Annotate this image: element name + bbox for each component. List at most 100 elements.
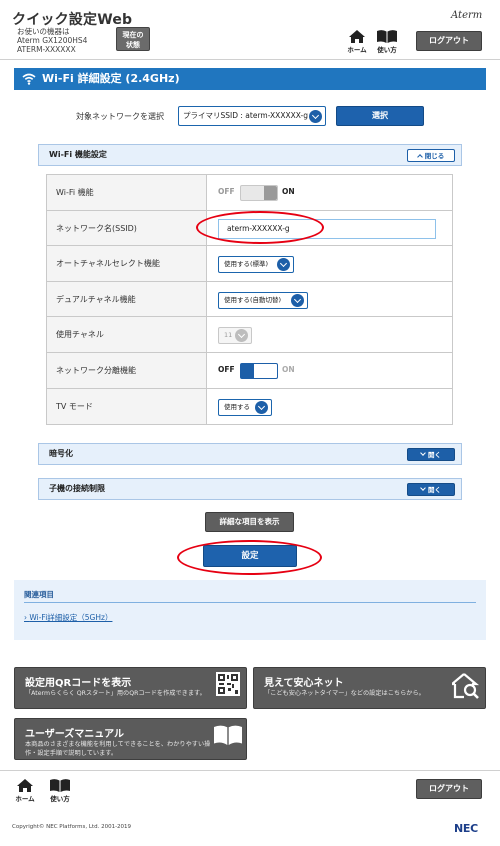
expand-label: 開く: [428, 451, 441, 459]
table-row: オートチャネルセレクト機能 使用する(標準): [47, 246, 452, 282]
chevron-up-icon: [416, 154, 423, 160]
toggle-knob: [264, 186, 277, 200]
chevron-down-icon: [291, 293, 304, 307]
current-status-button[interactable]: 現在の 状態: [116, 27, 150, 51]
wifi-settings-table: Wi-Fi 機能 OFF ON ネットワーク名(SSID) aterm-XXXX…: [46, 174, 453, 426]
card-title: ユーザーズマニュアル: [25, 729, 124, 740]
network-select-value: プライマリSSID : aterm-XXXXXX-g: [183, 111, 308, 120]
table-row: Wi-Fi 機能 OFF ON: [47, 175, 452, 211]
home-label: ホーム: [347, 46, 367, 54]
section-title: 暗号化: [49, 449, 73, 458]
link-label: Wi-Fi詳細設定（5GHz）: [29, 613, 113, 622]
divider: [0, 770, 500, 771]
encryption-section-header[interactable]: 暗号化 開く: [38, 443, 462, 465]
model-info: お使いの機器は Aterm GX1200HS4 ATERM-XXXXXX: [17, 27, 87, 54]
qr-code-icon: [216, 672, 240, 696]
expand-button[interactable]: 開く: [407, 448, 455, 461]
ssid-input[interactable]: aterm-XXXXXX-g: [218, 218, 436, 239]
section-title: Wi-Fi 機能設定: [49, 150, 107, 159]
select-value: 使用する: [224, 402, 250, 411]
page-title-bar: Wi-Fi 詳細設定 (2.4GHz): [14, 68, 486, 90]
row-label: ネットワーク分離機能: [47, 352, 207, 388]
toggle-knob: [241, 363, 254, 378]
row-label: 使用チャネル: [47, 317, 207, 352]
footer-help-nav[interactable]: 使い方: [48, 779, 72, 803]
network-select[interactable]: プライマリSSID : aterm-XXXXXX-g: [178, 106, 326, 126]
select-value: 使用する(自動切替): [224, 295, 282, 304]
toggle-track: [240, 362, 278, 379]
user-manual-card[interactable]: ユーザーズマニュアル 本商品のさまざまな機能を利用してできることを、わかりやすい…: [14, 718, 247, 760]
home-nav[interactable]: ホーム: [345, 30, 369, 54]
select-value: 使用する(標準): [224, 260, 269, 269]
table-row: デュアルチャネル機能 使用する(自動切替): [47, 281, 452, 318]
toggle-off-label: OFF: [218, 364, 235, 374]
toggle-track: [240, 185, 278, 201]
chevron-down-icon: [420, 485, 426, 491]
model-line: ATERM-XXXXXX: [17, 45, 76, 54]
wifi-icon: [22, 73, 36, 85]
app-title: クイック設定Web: [12, 12, 133, 28]
book-icon: [50, 779, 70, 792]
wifi-settings-section-header[interactable]: Wi-Fi 機能設定 閉じる: [38, 144, 462, 166]
dual-channel-select[interactable]: 使用する(自動切替): [218, 291, 308, 309]
card-description: 本商品のさまざまな機能を利用してできることを、わかりやすい操 作・設定手順で説明…: [25, 741, 210, 758]
show-details-button[interactable]: 詳細な項目を表示: [205, 512, 294, 532]
home-icon: [349, 30, 365, 43]
row-label: ネットワーク名(SSID): [47, 210, 207, 246]
help-nav[interactable]: 使い方: [375, 30, 399, 54]
row-label: Wi-Fi 機能: [47, 175, 207, 210]
table-row: 使用チャネル 11: [47, 317, 452, 353]
apply-button[interactable]: 設定: [203, 545, 297, 567]
logout-button[interactable]: ログアウト: [416, 31, 482, 51]
auto-channel-select[interactable]: 使用する(標準): [218, 256, 294, 274]
expand-button[interactable]: 開く: [407, 483, 455, 496]
page-title: Wi-Fi 詳細設定 (2.4GHz): [42, 72, 180, 85]
channel-select[interactable]: 11: [218, 327, 252, 345]
home-icon: [17, 779, 33, 792]
section-title: 子機の接続制限: [49, 484, 105, 493]
chevron-down-icon: [420, 450, 426, 456]
chevron-down-icon: [277, 258, 290, 272]
toggle-on-label: ON: [282, 364, 295, 374]
row-label: オートチャネルセレクト機能: [47, 246, 207, 281]
help-label: 使い方: [50, 795, 70, 803]
table-row: ネットワーク名(SSID) aterm-XXXXXX-g: [47, 210, 452, 247]
table-row: ネットワーク分離機能 OFF ON: [47, 352, 452, 389]
model-line: Aterm GX1200HS4: [17, 36, 88, 45]
home-label: ホーム: [15, 795, 35, 803]
card-title: 設定用QRコードを表示: [25, 678, 132, 689]
brand-logo: Aterm: [451, 10, 483, 21]
row-label: TV モード: [47, 388, 207, 425]
home-search-icon: [452, 673, 480, 699]
copyright: Copyright© NEC Platforms, Ltd. 2001-2019: [12, 824, 132, 830]
safety-net-card[interactable]: 見えて安心ネット 「こども安心ネットタイマー」などの設定はこちらから。: [253, 667, 486, 709]
collapse-button[interactable]: 閉じる: [407, 149, 455, 162]
chevron-down-icon: [255, 400, 268, 414]
related-title: 関連項目: [24, 590, 54, 599]
network-select-label: 対象ネットワークを選択: [76, 112, 164, 121]
footer-home-nav[interactable]: ホーム: [13, 779, 37, 803]
status-button-line: 状態: [126, 41, 140, 49]
card-description: 「Atermらくらく QRスタート」用のQRコードを作成できます。: [25, 690, 206, 697]
collapse-label: 閉じる: [424, 152, 445, 160]
qr-code-card[interactable]: 設定用QRコードを表示 「Atermらくらく QRスタート」用のQRコードを作成…: [14, 667, 247, 709]
desc-line: 本商品のさまざまな機能を利用してできることを、わかりやすい操: [25, 741, 211, 748]
client-limit-section-header[interactable]: 子機の接続制限 開く: [38, 478, 462, 500]
status-button-line: 現在の: [122, 31, 144, 39]
card-description: 「こども安心ネットタイマー」などの設定はこちらから。: [264, 690, 425, 697]
desc-line: 作・設定手順で説明しています。: [25, 749, 118, 757]
header: クイック設定Web お使いの機器は Aterm GX1200HS4 ATERM-…: [0, 0, 500, 60]
row-label: デュアルチャネル機能: [47, 281, 207, 317]
divider: [24, 602, 476, 603]
related-items-box: 関連項目 › Wi-Fi詳細設定（5GHz）: [14, 580, 486, 640]
footer-logout-button[interactable]: ログアウト: [416, 779, 482, 799]
chevron-down-icon: [309, 110, 322, 123]
select-network-button[interactable]: 選択: [336, 106, 424, 126]
nec-logo: NEC: [454, 822, 478, 835]
tv-mode-select[interactable]: 使用する: [218, 398, 272, 416]
expand-label: 開く: [428, 486, 441, 494]
model-line: お使いの機器は: [17, 27, 70, 36]
chevron-down-icon: [235, 329, 248, 343]
book-icon: [377, 30, 397, 43]
wifi-5ghz-link[interactable]: › Wi-Fi詳細設定（5GHz）: [24, 612, 112, 623]
